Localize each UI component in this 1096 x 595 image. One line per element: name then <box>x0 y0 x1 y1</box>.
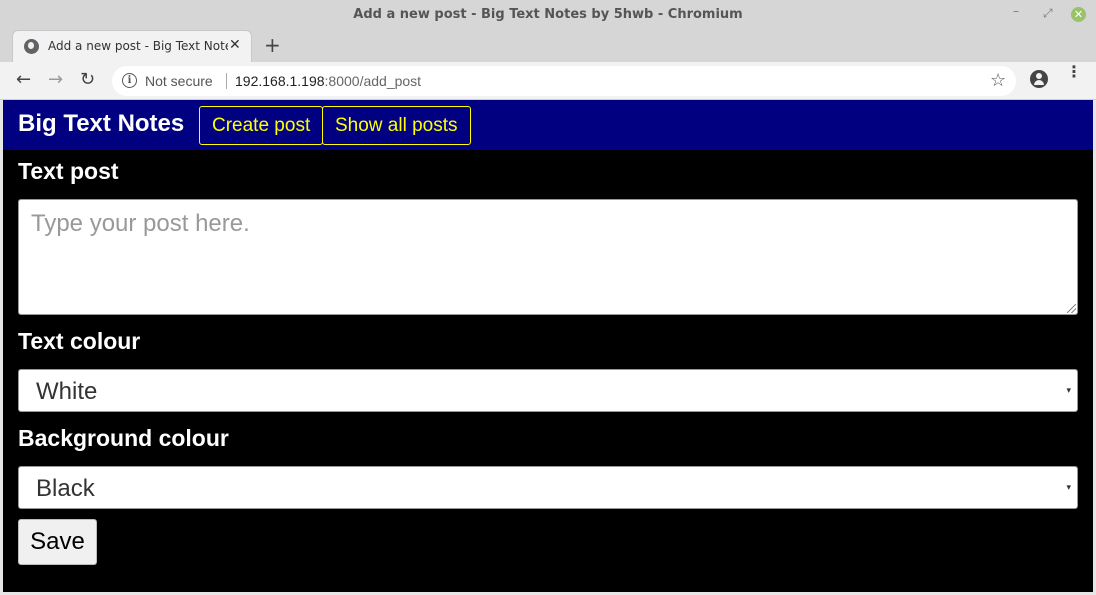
text-post-label: Text post <box>18 158 119 184</box>
url-host: 192.168.1.198 <box>235 73 325 89</box>
resize-handle-icon[interactable] <box>1067 304 1076 313</box>
chevron-down-icon: ▾ <box>1066 482 1071 492</box>
close-window-icon[interactable]: ✕ <box>1071 7 1086 22</box>
save-button[interactable]: Save <box>18 519 97 565</box>
window-titlebar: Add a new post - Big Text Notes by 5hwb … <box>0 0 1096 30</box>
background-colour-select[interactable]: Black ▾ <box>18 466 1078 509</box>
text-colour-select[interactable]: White ▾ <box>18 369 1078 412</box>
security-status[interactable]: Not secure <box>145 73 213 89</box>
browser-tab[interactable]: Add a new post - Big Text Notes by 5hwb … <box>12 30 252 62</box>
text-colour-value: White <box>36 378 98 405</box>
background-colour-value: Black <box>36 475 95 502</box>
address-bar[interactable]: i Not secure 192.168.1.198:8000/add_post… <box>112 66 1016 96</box>
menu-kebab-icon[interactable]: ⋮ <box>1066 64 1082 80</box>
account-icon[interactable] <box>1030 70 1048 88</box>
text-colour-label: Text colour <box>18 328 141 354</box>
url-text[interactable]: 192.168.1.198:8000/add_post <box>235 73 421 89</box>
globe-icon <box>24 39 39 54</box>
divider <box>226 73 227 89</box>
tab-close-icon[interactable]: ✕ <box>229 37 241 53</box>
new-tab-icon[interactable]: + <box>264 33 281 57</box>
reload-icon[interactable]: ↻ <box>80 69 95 90</box>
minimize-icon[interactable]: – <box>1013 4 1019 18</box>
browser-toolbar: ← → ↻ i Not secure 192.168.1.198:8000/ad… <box>0 62 1096 100</box>
back-arrow-icon[interactable]: ← <box>16 69 31 90</box>
create-post-link[interactable]: Create post <box>199 106 324 145</box>
tab-strip: Add a new post - Big Text Notes by 5hwb … <box>0 30 1096 62</box>
chevron-down-icon: ▾ <box>1066 385 1071 395</box>
post-textarea[interactable]: Type your post here. <box>18 199 1078 315</box>
site-brand[interactable]: Big Text Notes <box>18 110 184 138</box>
forward-arrow-icon[interactable]: → <box>48 69 63 90</box>
post-placeholder: Type your post here. <box>31 210 250 237</box>
show-all-posts-link[interactable]: Show all posts <box>322 106 471 145</box>
tab-title: Add a new post - Big Text Notes by 5hwb <box>48 39 228 53</box>
maximize-icon[interactable]: ⤢ <box>1043 6 1053 21</box>
url-path: :8000/add_post <box>324 73 422 89</box>
info-icon[interactable]: i <box>122 73 137 88</box>
bookmark-star-icon[interactable]: ☆ <box>990 70 1006 91</box>
background-colour-label: Background colour <box>18 425 229 451</box>
page-viewport: Big Text Notes Create post Show all post… <box>3 100 1093 592</box>
site-navbar: Big Text Notes Create post Show all post… <box>3 100 1093 150</box>
window-title: Add a new post - Big Text Notes by 5hwb … <box>353 7 743 22</box>
